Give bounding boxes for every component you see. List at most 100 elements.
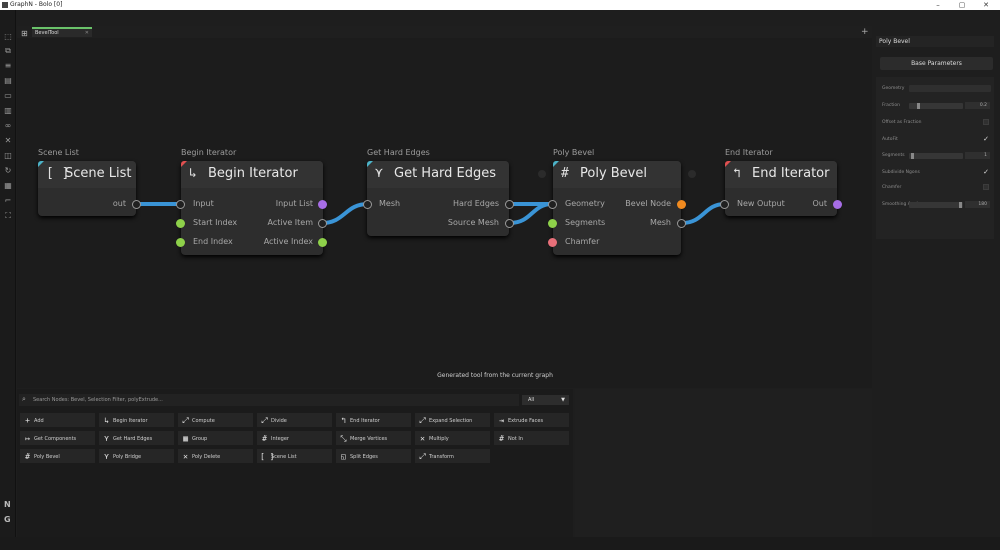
library-item[interactable]: ⤢ Compute [177,412,254,428]
library-item-icon: ↦ [25,434,30,443]
chamfer-checkbox[interactable] [983,184,989,190]
node-scene-list[interactable]: [ ] Scene List out [38,161,136,216]
library-item[interactable]: [ ] Scene List [256,448,333,464]
library-filter-dropdown[interactable]: All ▼ [522,395,569,405]
offset-as-fraction-checkbox[interactable] [983,119,989,125]
autofit-checkbox[interactable]: ✓ [982,136,990,143]
library-item[interactable]: ⋎ Get Hard Edges [98,430,175,446]
library-item[interactable]: ✕ Poly Delete [177,448,254,464]
logo-g-icon: G [4,515,11,524]
tab-label: BevelTool [35,30,59,36]
node-label-begin-iterator: Begin Iterator [181,148,237,157]
library-item[interactable]: ◱ Split Edges [335,448,412,464]
library-item-label: Group [192,436,208,442]
library-item-label: Add [34,418,44,424]
node-poly-bevel[interactable]: # Poly Bevel Geometry Segments Chamfer B… [553,161,681,255]
port-new-output[interactable] [720,200,729,209]
segments-slider[interactable] [909,153,963,159]
node-title: Scene List [65,166,132,181]
maximize-button[interactable]: ▢ [952,0,972,10]
slider-knob[interactable] [959,202,962,208]
node-title: End Iterator [752,166,830,181]
library-item[interactable]: ⤢ Transform [414,448,491,464]
delete-icon[interactable]: ✕ [2,136,14,146]
port-chamfer[interactable] [548,238,557,247]
node-name-field[interactable]: Poly Bevel [876,36,994,47]
library-item[interactable]: ✕ Multiply [414,430,491,446]
param-label: Fraction [882,103,900,108]
node-title: Begin Iterator [208,166,298,181]
library-item-label: Split Edges [350,454,378,460]
library-item[interactable]: # Poly Bevel [19,448,96,464]
node-search-input[interactable]: Search Nodes: Bevel, Selection Filter, p… [19,394,519,406]
port-mesh[interactable] [363,200,372,209]
minimize-button[interactable]: – [928,0,948,10]
select-icon[interactable]: ⬚ [2,32,14,42]
library-item-label: Not In [508,436,523,442]
port-start-index[interactable] [176,219,185,228]
search-icon: ⌕ [22,395,26,403]
node-begin-iterator[interactable]: ↳ Begin Iterator Input Start Index End I… [181,161,323,255]
fraction-slider[interactable] [909,103,963,109]
port-segments[interactable] [548,219,557,228]
node-corner-marker [725,161,731,167]
table-icon[interactable]: ▦ [2,181,14,191]
slider-knob[interactable] [917,103,920,109]
refresh-icon[interactable]: ↻ [2,166,14,176]
library-item[interactable]: ⤢ Divide [256,412,333,428]
document-icon[interactable]: ▤ [2,76,14,86]
fraction-value[interactable]: 0.2 [965,102,990,109]
library-item[interactable]: + Add [19,412,96,428]
tab-beveltool[interactable]: BevelTool ✕ [32,27,92,37]
port-bevel-node[interactable] [677,200,686,209]
port-label-active-index: Active Index [263,237,313,246]
fit-view-icon[interactable]: ⛶ [2,211,14,221]
library-item[interactable]: ⤡ Merge Vertices [335,430,412,446]
port-input-list[interactable] [318,200,327,209]
grid-icon[interactable]: ⊞ [21,29,28,38]
port-input[interactable] [176,200,185,209]
library-item[interactable]: ↰ End Iterator [335,412,412,428]
tab-close-icon[interactable]: ✕ [85,29,89,37]
base-parameters-header[interactable]: Base Parameters [880,57,993,70]
segments-value[interactable]: 1 [965,152,990,159]
smoothing-angle-slider[interactable] [909,202,963,208]
library-item[interactable]: ▦ Group [177,430,254,446]
layers-icon[interactable]: ▥ [2,106,14,116]
geometry-field[interactable] [909,85,991,92]
smoothing-angle-value[interactable]: 180 [965,201,990,208]
link-icon[interactable]: ∞ [2,121,14,131]
add-tab-icon[interactable]: + [861,27,869,37]
library-item[interactable]: ↳ Begin Iterator [98,412,175,428]
port-geometry[interactable] [548,200,557,209]
port-mesh-out[interactable] [677,219,686,228]
corner-icon[interactable]: ⌐ [2,196,14,206]
port-out[interactable] [833,200,842,209]
node-label-get-hard-edges: Get Hard Edges [367,148,430,157]
port-hard-edges[interactable] [505,200,514,209]
close-button[interactable]: ✕ [976,0,996,10]
port-active-index[interactable] [318,238,327,247]
copy-icon[interactable]: ⧉ [2,46,14,56]
node-get-hard-edges[interactable]: ⋎ Get Hard Edges Mesh Hard Edges Source … [367,161,509,236]
library-item[interactable]: # Integer [256,430,333,446]
library-item[interactable]: ↦ Get Components [19,430,96,446]
library-item[interactable]: ⋎ Poly Bridge [98,448,175,464]
port-label-input: Input [193,199,214,208]
library-item-label: Poly Bridge [113,454,142,460]
port-end-index[interactable] [176,238,185,247]
camera-icon[interactable]: ◫ [2,151,14,161]
port-active-item[interactable] [318,219,327,228]
port-out[interactable] [132,200,141,209]
library-item[interactable]: ⤢ Expand Selection [414,412,491,428]
library-item[interactable]: ⇥ Extrude Faces [493,412,570,428]
library-item-label: Integer [271,436,289,442]
list-icon[interactable]: ≡ [2,61,14,71]
slider-knob[interactable] [911,153,914,159]
node-end-iterator[interactable]: ↰ End Iterator New Output Out [725,161,837,216]
image-icon[interactable]: ▭ [2,91,14,101]
port-source-mesh[interactable] [505,219,514,228]
library-item[interactable]: # Not In [493,430,570,446]
subdivide-ngons-checkbox[interactable]: ✓ [982,169,990,176]
library-item-label: Divide [271,418,287,424]
